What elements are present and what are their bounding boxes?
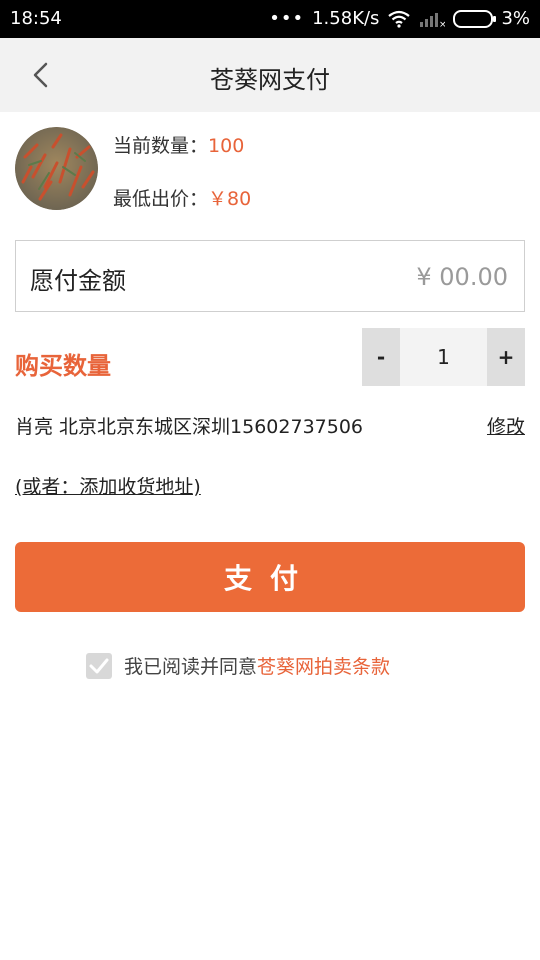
quantity-value[interactable]: 1 [400,328,487,386]
amount-input[interactable]: ¥ 00.00 [416,263,508,291]
battery-level: 3% [501,8,530,29]
status-icons: ••• 1.58K/s × 3% [269,8,530,30]
wifi-icon [387,10,411,28]
title-bar: 苍葵网支付 [0,38,540,112]
network-speed: 1.58K/s [312,8,380,29]
check-icon [89,658,109,673]
status-bar: 18:54 ••• 1.58K/s × 3% [0,0,540,38]
signal-icon: × [419,10,447,30]
agreement: 我已阅读并同意 苍葵网拍卖条款 [86,652,390,679]
battery-icon [453,9,497,28]
pay-button[interactable]: 支付 [15,542,525,612]
minimum-bid-label: 最低出价： [113,188,209,210]
current-quantity-label: 当前数量： [113,135,209,157]
status-time: 18:54 [10,8,62,29]
decrement-button[interactable]: - [362,328,400,386]
page-title: 苍葵网支付 [210,66,330,94]
quantity-stepper: - 1 + [362,328,525,386]
modify-address-link[interactable]: 修改 [487,412,525,439]
svg-text:×: × [439,20,445,28]
auction-terms-link[interactable]: 苍葵网拍卖条款 [257,652,390,679]
increment-button[interactable]: + [487,328,525,386]
minimum-bid: 最低出价：￥80 [113,184,251,211]
current-quantity: 当前数量：100 [113,131,244,158]
amount-label: 愿付金额 [30,267,126,295]
current-quantity-value: 100 [208,135,245,157]
add-address-link[interactable]: (或者：添加收货地址) [15,472,201,499]
minimum-bid-value: ￥80 [208,188,252,210]
shipping-address: 肖亮 北京北京东城区深圳15602737506 [15,416,364,438]
product-image [15,127,98,210]
more-dots-icon: ••• [269,8,305,29]
agree-checkbox[interactable] [86,652,112,679]
agreement-text: 我已阅读并同意 [124,656,258,678]
amount-field[interactable]: 愿付金额 ¥ 00.00 [15,240,525,312]
purchase-quantity-label: 购买数量 [15,352,111,380]
